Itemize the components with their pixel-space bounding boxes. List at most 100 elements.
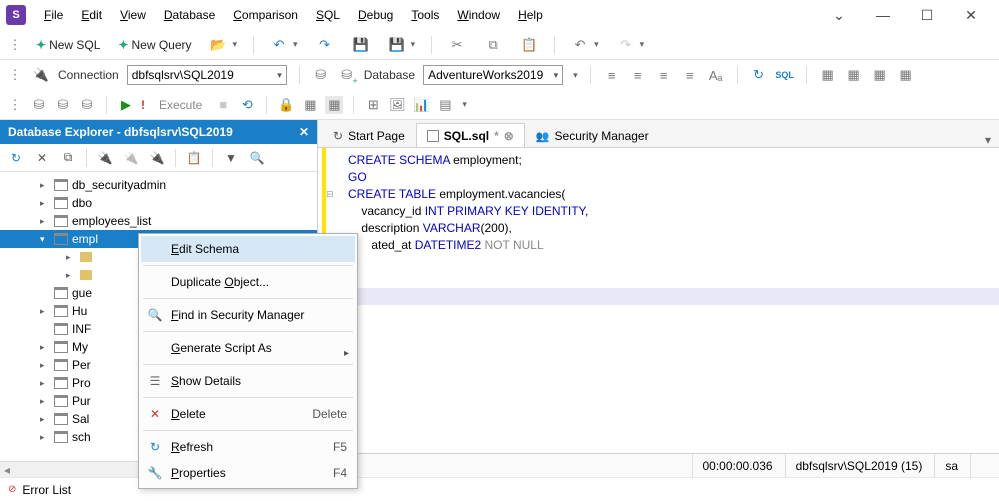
connection-combo[interactable]: dbfsqlsrv\SQL2019▾ [127,65,287,85]
grid2-icon[interactable]: ▦ [325,96,343,114]
save-all-button[interactable]: 💾▾ [382,33,422,57]
lock-icon[interactable]: 🔒 [277,96,295,114]
plug-icon[interactable]: 🔌 [32,66,50,84]
grid-icon[interactable]: ▦ [301,96,319,114]
sql-editor[interactable]: CREATE SCHEMA employment;GO⊟CREATE TABLE… [318,148,999,453]
tool-b-icon[interactable]: ▦ [845,66,863,84]
refresh-tree-icon[interactable]: ↻ [4,146,28,170]
undo-dropdown[interactable]: ↶▾ [264,33,304,57]
tree-schema-dbo[interactable]: ▸dbo [0,194,317,212]
minimize-button[interactable]: — [871,7,895,24]
ctx-delete[interactable]: ✕DeleteDelete [141,401,355,427]
editor-line[interactable]: vacancy_id INT PRIMARY KEY IDENTITY, [328,203,999,220]
editor-line[interactable]: description VARCHAR(200), [328,220,999,237]
sql-icon[interactable]: SQL [776,66,794,84]
ctx-refresh[interactable]: ↻RefreshF5 [141,434,355,460]
menu-help[interactable]: Help [510,4,551,26]
uncomment-icon[interactable]: ≡ [681,66,699,84]
clip-tree-icon[interactable]: 📋 [182,146,206,170]
db-tool-3[interactable]: ⛁ [78,96,96,114]
db-tool-2[interactable]: ⛁ [54,96,72,114]
menu-window[interactable]: Window [449,4,508,26]
editor-line[interactable]: ated_at DATETIME2 NOT NULL [328,237,999,254]
menu-view[interactable]: View [112,4,154,26]
refresh-icon[interactable]: ↻ [750,66,768,84]
tree-label: gue [72,286,92,300]
paste-button[interactable]: 📋 [514,33,544,57]
tab-sqlsql[interactable]: SQL.sql*⊗ [416,123,525,147]
close-button[interactable]: ✕ [959,7,983,24]
search-tree-icon[interactable]: 🔍 [245,146,269,170]
debug-icon[interactable]: ⟲ [238,96,256,114]
menu-tools[interactable]: Tools [403,4,447,26]
database-combo[interactable]: AdventureWorks2019▾ [423,65,563,85]
db-tool-1[interactable]: ⛁ [30,96,48,114]
tab-startpage[interactable]: Start Page [322,123,416,147]
explorer-tab[interactable]: Database Explorer - dbfsqlsrv\SQL2019 ✕ [0,120,317,144]
schema-icon [54,359,68,371]
folder-icon [80,270,92,280]
ctx-duplicate-object-[interactable]: Duplicate Object... [141,269,355,295]
tool-a-icon[interactable]: ▦ [819,66,837,84]
menu-edit[interactable]: Edit [73,4,110,26]
ctx-edit-schema[interactable]: Edit Schema [141,236,355,262]
menu-database[interactable]: Database [156,4,223,26]
indent-left-icon[interactable]: ≡ [603,66,621,84]
ctx-label: Refresh [171,440,213,454]
editor-line[interactable]: ⊟CREATE TABLE employment.vacancies( [328,186,999,203]
run-icon[interactable]: ▶ [117,96,135,114]
new-sql-button[interactable]: ✦New SQL [30,35,106,55]
view-1-icon[interactable]: ⊞ [364,96,382,114]
tree-schema-employees_list[interactable]: ▸employees_list [0,212,317,230]
plug2-tree-icon[interactable]: 🔌 [119,146,143,170]
format-icon[interactable]: Aₐ [707,66,725,84]
ctx-generate-script-as[interactable]: Generate Script As [141,335,355,361]
redo-button[interactable]: ↷ [310,33,340,57]
execute-button[interactable]: Execute [153,95,208,115]
tab-close-icon[interactable]: ⊗ [504,129,514,143]
ctx-show-details[interactable]: ☰Show Details [141,368,355,394]
ctx-properties[interactable]: 🔧PropertiesF4 [141,460,355,486]
redo-history[interactable]: ↷▾ [611,33,651,57]
save-button[interactable]: 💾 [346,33,376,57]
menu-debug[interactable]: Debug [350,4,401,26]
comment-icon[interactable]: ≡ [655,66,673,84]
delete-tree-icon[interactable]: ✕ [30,146,54,170]
open-button[interactable]: 📂▾ [204,33,244,57]
copy-button[interactable]: ⧉ [478,33,508,57]
tabs-overflow-icon[interactable]: ▾ [977,133,999,147]
ctx-label: Generate Script As [171,341,272,355]
filter-tree-icon[interactable]: ▼ [219,146,243,170]
db-icon[interactable]: ⛁ [312,66,330,84]
menu-comparison[interactable]: Comparison [225,4,306,26]
view-3-icon[interactable]: 📊 [412,96,430,114]
plug-tree-icon[interactable]: 🔌 [93,146,117,170]
db-dropdown[interactable]: ▾ [573,70,578,81]
indent-right-icon[interactable]: ≡ [629,66,647,84]
tab-securitymanager[interactable]: Security Manager [525,123,660,147]
maximize-button[interactable]: ☐ [915,7,939,24]
cut-button[interactable]: ✂ [442,33,472,57]
db-new-icon[interactable]: ⛁+ [338,66,356,84]
tree-label: My [72,340,88,354]
menu-sql[interactable]: SQL [308,4,348,26]
menu-file[interactable]: File [36,4,71,26]
tree-schema-db_securityadmin[interactable]: ▸db_securityadmin [0,176,317,194]
schema-icon [54,395,68,407]
view-4-icon[interactable]: ▤ [436,96,454,114]
new-query-button[interactable]: ✦New Query [112,35,197,55]
editor-line[interactable]: GO [328,169,999,186]
tool-d-icon[interactable]: ▦ [897,66,915,84]
view-dropdown[interactable]: ▾ [462,99,467,110]
undo-history[interactable]: ↶▾ [565,33,605,57]
stop-icon[interactable]: ■ [214,96,232,114]
error-list-button[interactable]: Error List [22,483,71,497]
view-2-icon[interactable]: 🖼 [388,96,406,114]
copy-tree-icon[interactable]: ⧉ [56,146,80,170]
explorer-close-icon[interactable]: ✕ [299,125,309,139]
plug3-tree-icon[interactable]: 🔌 [145,146,169,170]
caret-down-icon[interactable]: ⌄ [827,7,851,24]
tool-c-icon[interactable]: ▦ [871,66,889,84]
ctx-find-in-security-manager[interactable]: 🔍Find in Security Manager [141,302,355,328]
editor-line[interactable]: CREATE SCHEMA employment; [328,152,999,169]
